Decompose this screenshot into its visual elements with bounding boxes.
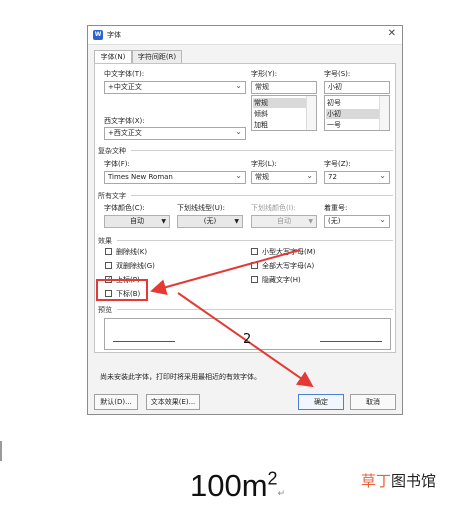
- watermark: 草丁图书馆: [361, 470, 436, 491]
- caption-base: 100m: [190, 468, 268, 503]
- paragraph-mark: ↵: [277, 488, 286, 498]
- caption-formula: 100m2↵: [190, 468, 285, 504]
- arrow-to-superscript: [150, 249, 301, 295]
- page: { "dialog": { "title": "字体", "app_icon":…: [0, 0, 462, 514]
- caption-superscript: 2: [267, 468, 278, 489]
- watermark-part1: 草丁: [361, 472, 392, 490]
- watermark-part2: 图书馆: [391, 472, 437, 490]
- step-number: 2: [243, 332, 252, 347]
- edge-marker: [0, 441, 2, 461]
- annotation-arrows: [150, 249, 314, 388]
